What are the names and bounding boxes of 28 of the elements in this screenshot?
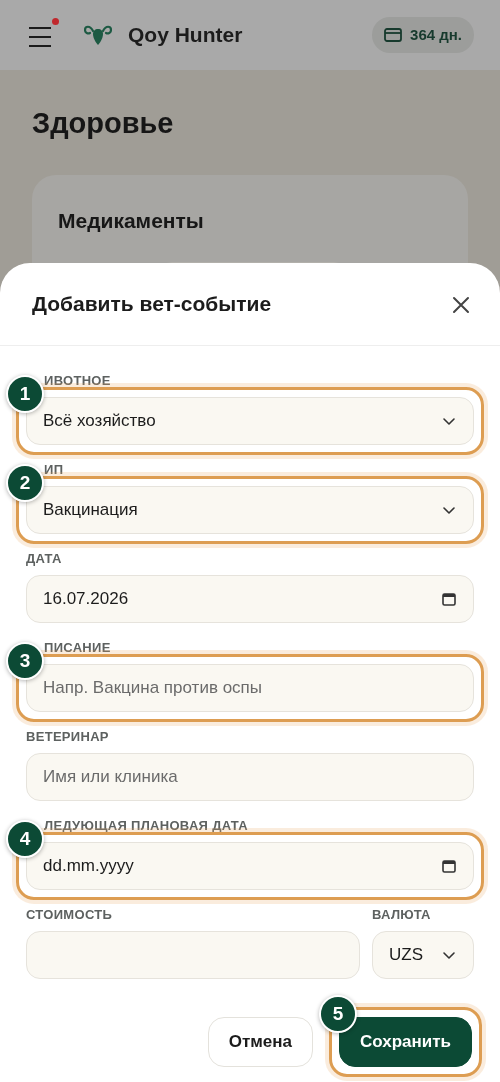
card-icon (384, 28, 403, 42)
subscription-badge[interactable]: 364 дн. (372, 16, 474, 54)
page-title: Здоровье (32, 106, 175, 141)
step-badge: 3 (6, 642, 44, 680)
menu-icon[interactable] (28, 25, 54, 48)
field-label: ЛЕДУЮЩАЯ ПЛАНОВАЯ ДАТА (43, 817, 249, 834)
field-label: ДАТА (26, 550, 63, 567)
step-badge: 4 (6, 820, 44, 858)
date-field[interactable]: 16.07.2026 (26, 575, 474, 623)
calendar-icon[interactable] (441, 591, 457, 607)
step-badge: 1 (6, 375, 44, 413)
select-field[interactable]: UZS (372, 931, 474, 979)
card-title: Медикаменты (58, 207, 205, 234)
dialog-title: Добавить вет-событие (32, 291, 272, 318)
app-name: Qoy Hunter (128, 22, 243, 49)
step-badge: 2 (6, 464, 44, 502)
field-label: ВАЛЮТА (372, 906, 432, 923)
ram-logo-icon (84, 23, 112, 47)
field-label: СТОИМОСТЬ (26, 906, 114, 923)
calendar-icon[interactable] (441, 858, 457, 874)
input-field[interactable] (26, 931, 360, 979)
field-label: ПИСАНИЕ (43, 639, 112, 656)
field-label: ИВОТНОЕ (43, 372, 112, 389)
step-badge: 5 (318, 995, 357, 1033)
field-label: ВЕТЕРИНАР (26, 728, 110, 745)
cancel-button[interactable]: Отмена (207, 1017, 313, 1067)
input-field[interactable]: Имя или клиника (26, 753, 474, 801)
field-label: ИП (43, 461, 65, 478)
